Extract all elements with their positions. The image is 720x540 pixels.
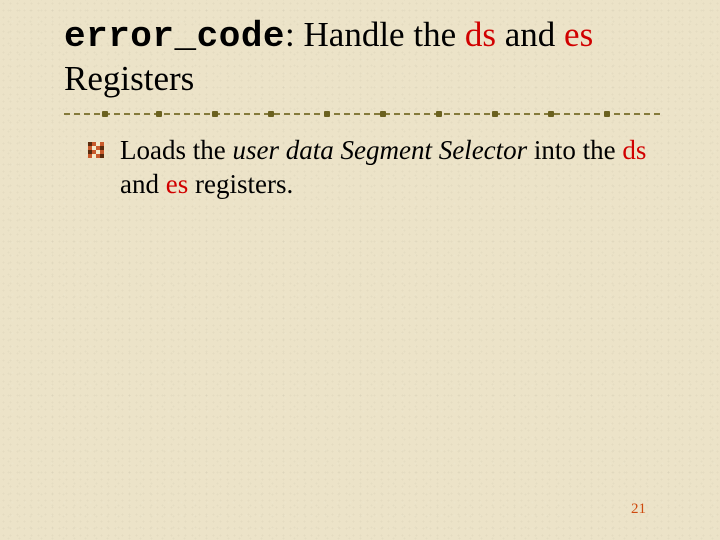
slide: error_code: Handle the ds and es Registe… (0, 0, 720, 540)
title-reg-ds: ds (465, 15, 496, 54)
page-number: 21 (631, 501, 646, 518)
divider-dots (64, 111, 660, 117)
slide-title: error_code: Handle the ds and es Registe… (64, 14, 664, 100)
bullet-text-1: Loads the (120, 135, 232, 165)
slide-body: Loads the user data Segment Selector int… (88, 134, 658, 202)
bullet-reg-es: es (166, 169, 189, 199)
title-divider (64, 108, 660, 118)
title-reg-es: es (564, 15, 593, 54)
bullet-text-2: into the (527, 135, 622, 165)
bullet-item: Loads the user data Segment Selector int… (88, 134, 658, 202)
title-text-2: and (496, 15, 564, 54)
bullet-text-4: registers. (188, 169, 293, 199)
bullet-reg-ds: ds (622, 135, 646, 165)
bullet-text-italic: user data Segment Selector (232, 135, 527, 165)
title-text-1: : Handle the (285, 15, 465, 54)
title-code-token: error_code (64, 16, 285, 57)
bullet-text-3: and (120, 169, 166, 199)
title-text-3: Registers (64, 59, 194, 98)
bullet-icon (88, 142, 104, 158)
